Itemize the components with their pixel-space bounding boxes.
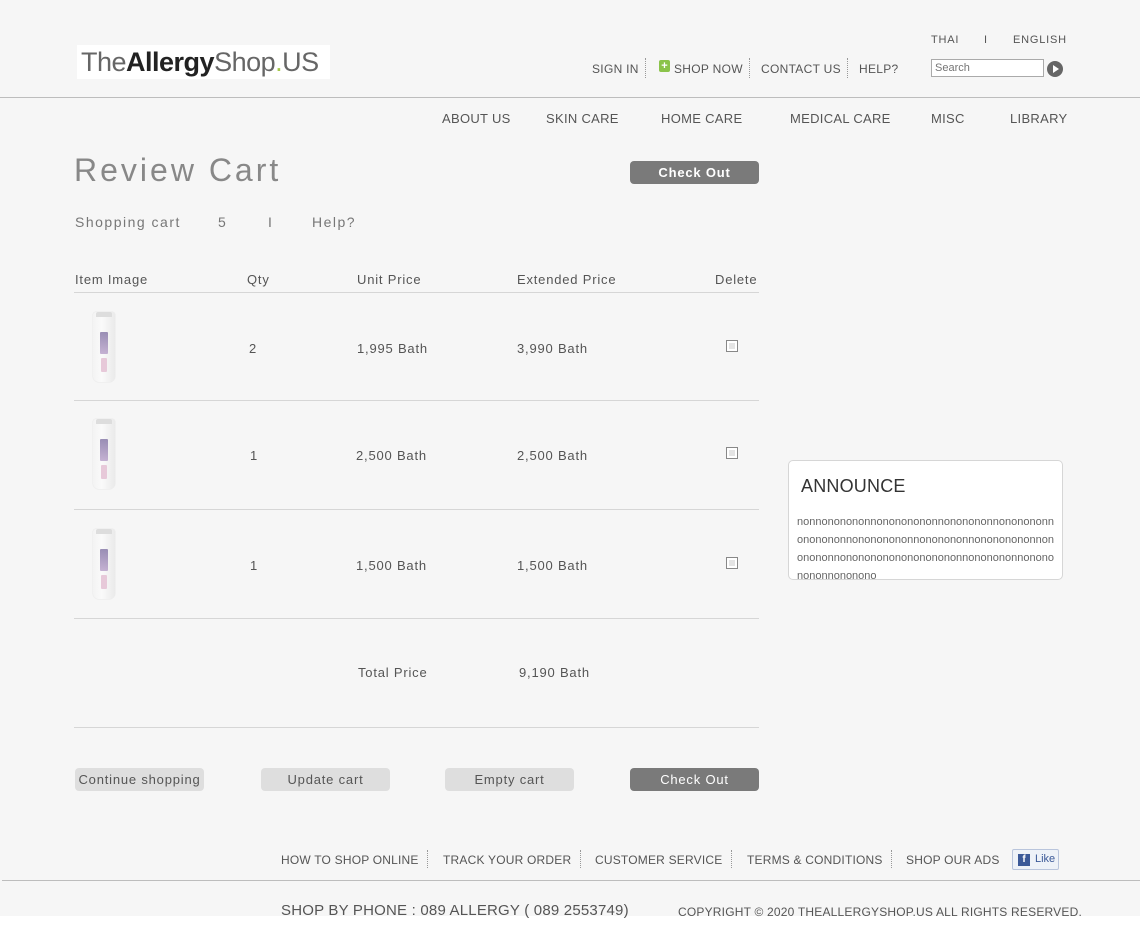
product-image[interactable]	[93, 529, 115, 599]
row-extended-price: 1,500 Bath	[517, 558, 588, 573]
cart-help-link[interactable]: Help?	[312, 214, 356, 230]
row-divider	[74, 509, 759, 510]
facebook-icon: f	[1018, 854, 1030, 866]
lang-english-link[interactable]: ENGLISH	[1013, 34, 1067, 46]
nav-skin-care[interactable]: SKIN CARE	[546, 111, 619, 126]
cart-label: Shopping cart	[75, 214, 181, 230]
search-input[interactable]	[931, 59, 1044, 77]
search-go-icon[interactable]	[1047, 61, 1063, 77]
cart-count: 5	[218, 214, 228, 230]
nav-library[interactable]: LIBRARY	[1010, 111, 1068, 126]
column-header-extended-price: Extended Price	[517, 272, 617, 287]
nav-medical-care[interactable]: MEDICAL CARE	[790, 111, 891, 126]
row-divider	[74, 400, 759, 401]
nav-about-us[interactable]: ABOUT US	[442, 111, 511, 126]
footer-terms-link[interactable]: TERMS & CONDITIONS	[747, 853, 883, 867]
like-label: Like	[1035, 853, 1056, 865]
logo-text-allergy: Allergy	[126, 47, 215, 77]
nav-divider	[749, 58, 750, 78]
footer-divider	[731, 850, 732, 868]
site-logo[interactable]: TheAllergyShop.US	[77, 45, 330, 79]
nav-home-care[interactable]: HOME CARE	[661, 111, 742, 126]
lang-thai-link[interactable]: THAI	[931, 34, 959, 46]
lang-separator: I	[984, 34, 988, 46]
page-title: Review Cart	[74, 152, 282, 188]
announce-panel: ANNOUNCE nonnononononnonononononnononono…	[788, 460, 1063, 582]
total-label: Total Price	[358, 665, 428, 680]
continue-shopping-button[interactable]: Continue shopping	[75, 768, 204, 791]
nav-divider	[645, 58, 646, 78]
footer-how-to-shop-link[interactable]: HOW TO SHOP ONLINE	[281, 853, 419, 867]
footer-track-order-link[interactable]: TRACK YOUR ORDER	[443, 853, 571, 867]
help-link[interactable]: HELP?	[859, 62, 899, 76]
shopping-bag-icon[interactable]: +	[659, 60, 670, 72]
checkout-top-button[interactable]: Check Out	[630, 161, 759, 184]
announce-title: ANNOUNCE	[801, 476, 906, 496]
column-header-qty: Qty	[247, 272, 270, 287]
footer-shop-ads-link[interactable]: SHOP OUR ADS	[906, 853, 1000, 867]
shop-now-link[interactable]: SHOP NOW	[674, 62, 743, 76]
nav-divider	[847, 58, 848, 78]
logo-text-us: US	[282, 47, 319, 77]
footer-divider	[891, 850, 892, 868]
header-divider	[0, 97, 1140, 98]
facebook-like-button[interactable]: f Like	[1012, 849, 1059, 870]
footer-divider	[427, 850, 428, 868]
contact-us-link[interactable]: CONTACT US	[761, 62, 841, 76]
update-cart-button[interactable]: Update cart	[261, 768, 390, 791]
announce-text: nonnononononnonononononnononononnononono…	[797, 516, 1054, 582]
table-header-divider	[74, 292, 759, 293]
footer-divider	[580, 850, 581, 868]
row-unit-price: 1,995 Bath	[357, 341, 428, 356]
checkout-bottom-button[interactable]: Check Out	[630, 768, 759, 791]
logo-text-the: The	[81, 47, 127, 77]
column-header-delete: Delete	[715, 272, 758, 287]
row-extended-price: 2,500 Bath	[517, 448, 588, 463]
nav-misc[interactable]: MISC	[931, 111, 965, 126]
total-divider	[74, 727, 759, 728]
sign-in-link[interactable]: SIGN IN	[592, 62, 639, 76]
copyright-text: COPYRIGHT © 2020 THEALLERGYSHOP.US ALL R…	[678, 905, 1082, 919]
shop-by-phone-text: SHOP BY PHONE : 089 ALLERGY ( 089 255374…	[281, 902, 629, 919]
cart-info-separator: I	[268, 214, 274, 230]
row-divider	[74, 618, 759, 619]
footer-customer-service-link[interactable]: CUSTOMER SERVICE	[595, 853, 722, 867]
page-bottom-strip	[0, 916, 1140, 950]
delete-checkbox[interactable]	[726, 340, 738, 352]
empty-cart-button[interactable]: Empty cart	[445, 768, 574, 791]
column-header-image: Item Image	[75, 272, 149, 287]
row-extended-price: 3,990 Bath	[517, 341, 588, 356]
row-unit-price: 2,500 Bath	[356, 448, 427, 463]
column-header-unit-price: Unit Price	[357, 272, 422, 287]
row-qty: 2	[249, 341, 258, 356]
delete-checkbox[interactable]	[726, 447, 738, 459]
footer-divider-line	[2, 880, 1140, 881]
total-value: 9,190 Bath	[519, 665, 590, 680]
product-image[interactable]	[93, 312, 115, 382]
delete-checkbox[interactable]	[726, 557, 738, 569]
product-image[interactable]	[93, 419, 115, 489]
row-unit-price: 1,500 Bath	[356, 558, 427, 573]
row-qty: 1	[250, 558, 259, 573]
row-qty: 1	[250, 448, 259, 463]
logo-text-shop: Shop	[214, 47, 276, 77]
